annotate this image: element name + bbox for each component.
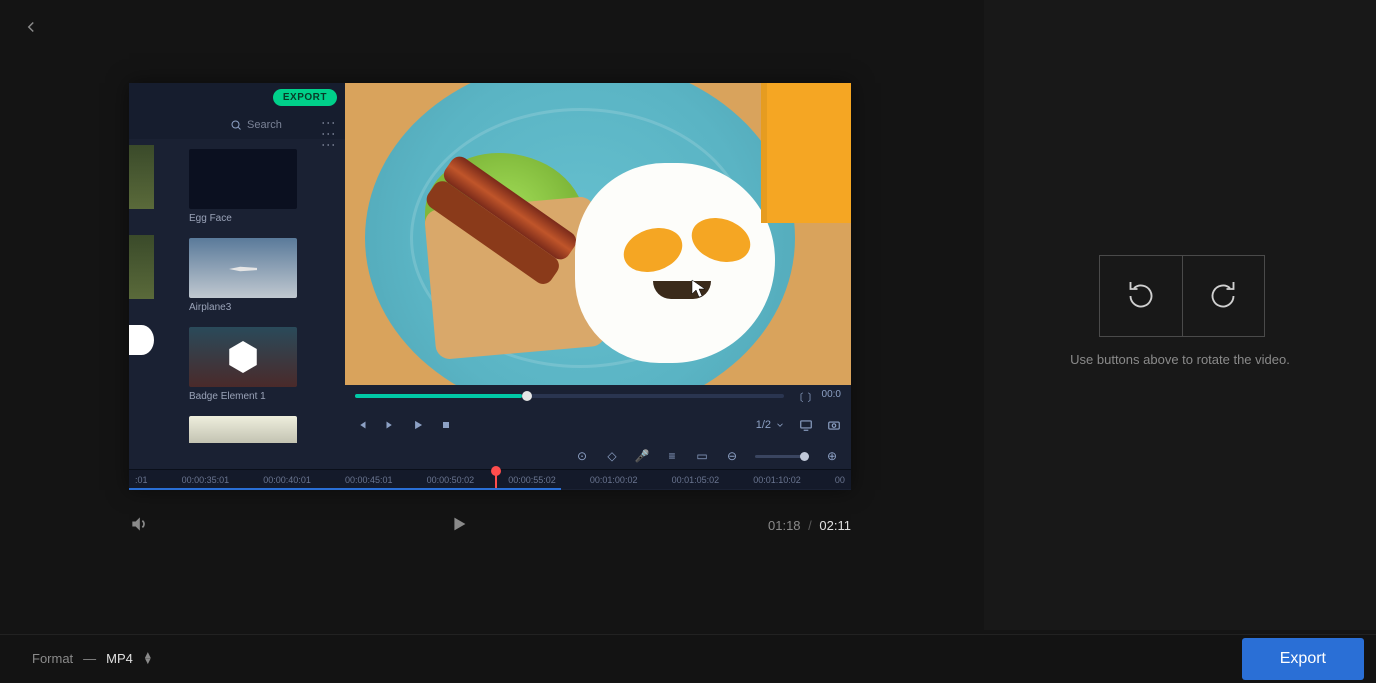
library-search-bar: Search (129, 111, 345, 139)
inner-export-button[interactable]: EXPORT (273, 89, 337, 106)
tick-label: 00 (835, 475, 845, 485)
marker-icon[interactable]: ⊙ (575, 449, 589, 463)
clip-range (129, 488, 561, 490)
zoom-slider[interactable] (755, 455, 809, 458)
format-label: Format (32, 651, 73, 666)
preview-pane: 〔 〕 00:0 1/2 (345, 83, 851, 443)
playback-row: 01:18 / 02:11 (129, 505, 851, 545)
preview-time-label: 00:0 (822, 389, 841, 404)
editor-area: EXPORT Search Egg Face (0, 0, 980, 630)
list-item[interactable]: Badge Element 1 (189, 327, 337, 402)
library-panel: EXPORT Search Egg Face (129, 83, 345, 443)
thumbnail[interactable] (129, 325, 154, 355)
bracket-icon[interactable]: 〔 (794, 389, 804, 404)
tick-label: 00:01:00:02 (590, 475, 638, 485)
preview-video[interactable] (345, 83, 851, 385)
tick-label: 00:01:05:02 (672, 475, 720, 485)
inner-editor: EXPORT Search Egg Face (129, 83, 851, 490)
side-panel: Use buttons above to rotate the video. (984, 0, 1376, 630)
stop-icon[interactable] (439, 418, 453, 432)
equalizer-icon[interactable]: ≡ (665, 449, 679, 463)
snapshot-icon[interactable] (827, 418, 841, 432)
inner-top: EXPORT Search Egg Face (129, 83, 851, 443)
library-item-label: Badge Element 1 (189, 391, 337, 402)
tick-label: 00:00:35:01 (182, 475, 230, 485)
search-input[interactable]: Search (247, 119, 282, 131)
playhead[interactable] (495, 470, 497, 490)
step-back-icon[interactable] (355, 418, 369, 432)
list-item[interactable]: Egg Face (189, 149, 337, 224)
play-button[interactable] (448, 513, 470, 538)
library-items: Egg Face Airplane3 Badge Element 1 (129, 139, 345, 443)
rotate-ccw-button[interactable] (1100, 256, 1183, 336)
tick-label: 00:00:50:02 (427, 475, 475, 485)
shield-icon[interactable]: ◇ (605, 449, 619, 463)
library-strip (129, 83, 154, 490)
progress-bar[interactable] (355, 394, 784, 398)
search-icon (229, 118, 243, 132)
rotate-cw-button[interactable] (1183, 256, 1265, 336)
grid-view-icon[interactable] (323, 118, 337, 132)
step-forward-icon[interactable] (383, 418, 397, 432)
bracket-icon[interactable]: 〕 (808, 389, 818, 404)
timeline[interactable]: :01 00:00:35:01 00:00:40:01 00:00:45:01 … (129, 469, 851, 489)
player-controls: 1/2 (345, 407, 851, 443)
tick-label: 00:00:45:01 (345, 475, 393, 485)
thumbnail[interactable] (129, 145, 154, 209)
format-stepper-icon[interactable]: ▲▼ (143, 653, 153, 665)
volume-button[interactable] (129, 514, 149, 537)
thumbnail[interactable] (129, 235, 154, 299)
thumbnail (189, 238, 297, 298)
bottom-bar: Format — MP4 ▲▼ Export (0, 634, 1376, 682)
tick-label: 00:00:55:02 (508, 475, 556, 485)
time-separator: / (808, 518, 812, 533)
caption-icon[interactable]: ▭ (695, 449, 709, 463)
thumbnail (189, 327, 297, 387)
thumbnail (189, 149, 297, 209)
rotate-buttons (1099, 255, 1265, 337)
format-select[interactable]: MP4 (106, 651, 133, 666)
list-item[interactable] (189, 416, 337, 443)
total-time: 02:11 (819, 518, 851, 533)
progress-row: 〔 〕 00:0 (345, 385, 851, 407)
thumbnail (189, 416, 297, 443)
tick-label: 00:01:10:02 (753, 475, 801, 485)
dash: — (83, 651, 96, 666)
cursor-icon (691, 279, 707, 299)
inner-export-bar: EXPORT (129, 83, 345, 111)
play-icon[interactable] (411, 418, 425, 432)
export-button[interactable]: Export (1242, 638, 1364, 680)
library-item-label: Egg Face (189, 213, 337, 224)
zoom-in-icon[interactable]: ⊕ (825, 449, 839, 463)
list-item[interactable]: Airplane3 (189, 238, 337, 313)
current-time: 01:18 (768, 518, 801, 533)
zoom-select[interactable]: 1/2 (756, 419, 785, 431)
time-display: 01:18 / 02:11 (768, 518, 851, 533)
rotate-hint-text: Use buttons above to rotate the video. (984, 352, 1376, 367)
mic-icon[interactable]: 🎤 (635, 449, 649, 463)
format-group: Format — MP4 ▲▼ (32, 651, 153, 666)
zoom-out-icon[interactable]: ⊖ (725, 449, 739, 463)
tick-label: 00:00:40:01 (263, 475, 311, 485)
library-item-label: Airplane3 (189, 302, 337, 313)
display-icon[interactable] (799, 418, 813, 432)
toolbar-row: ⊙ ◇ 🎤 ≡ ▭ ⊖ ⊕ (129, 443, 851, 469)
